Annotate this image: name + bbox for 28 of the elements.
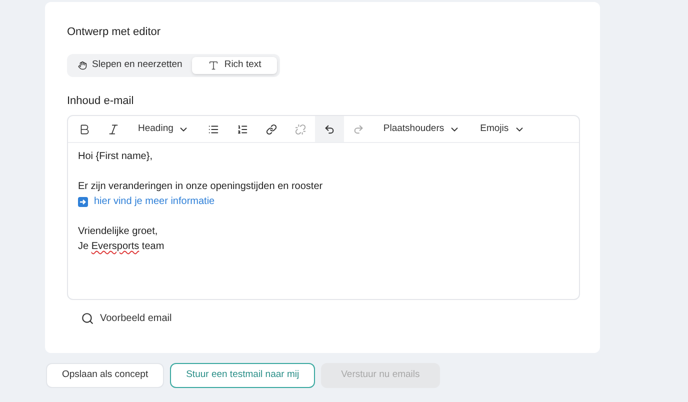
- action-button[interactable]: Opslaan als concept: [46, 363, 164, 388]
- info-link[interactable]: hier vind je meer informatie: [94, 194, 215, 209]
- preview-button[interactable]: Voorbeeld email: [81, 311, 172, 326]
- numbered-list-icon: [237, 124, 248, 134]
- email-text-line: Vriendelijke groet,: [78, 225, 159, 239]
- action-button[interactable]: Stuur een testmail naar mij: [170, 363, 316, 388]
- email-text-line: Hoi {First name},: [78, 150, 154, 164]
- toolbar-button[interactable]: [315, 116, 344, 142]
- toolbar-dropdown[interactable]: Emojis: [470, 116, 535, 142]
- redo-icon: [353, 124, 364, 134]
- link-icon: [266, 124, 278, 134]
- hand-icon: [78, 60, 87, 70]
- section-title: Ontwerp met editor: [67, 25, 162, 40]
- undo-icon: [324, 124, 336, 134]
- section-title: Inhoud e-mail: [67, 94, 135, 108]
- arrow-icon: [78, 196, 88, 206]
- email-text-line: Er zijn veranderingen in onze openingstijden en rooster: [78, 180, 324, 194]
- mode-tab[interactable]: Slepen en neerzetten: [70, 56, 190, 74]
- unlink-icon: [295, 124, 306, 134]
- toolbar-dropdown[interactable]: Plaatshouders: [373, 116, 470, 142]
- bullet-list-icon: [208, 124, 220, 134]
- italic-icon: [107, 122, 120, 136]
- search-icon: [81, 312, 94, 325]
- bold-icon: [78, 122, 91, 136]
- email-text-line: Je Eversports team: [78, 240, 166, 254]
- toolbar-dropdown[interactable]: Heading: [128, 116, 200, 142]
- mode-tab[interactable]: Rich text: [192, 56, 278, 74]
- text-icon: [208, 60, 220, 70]
